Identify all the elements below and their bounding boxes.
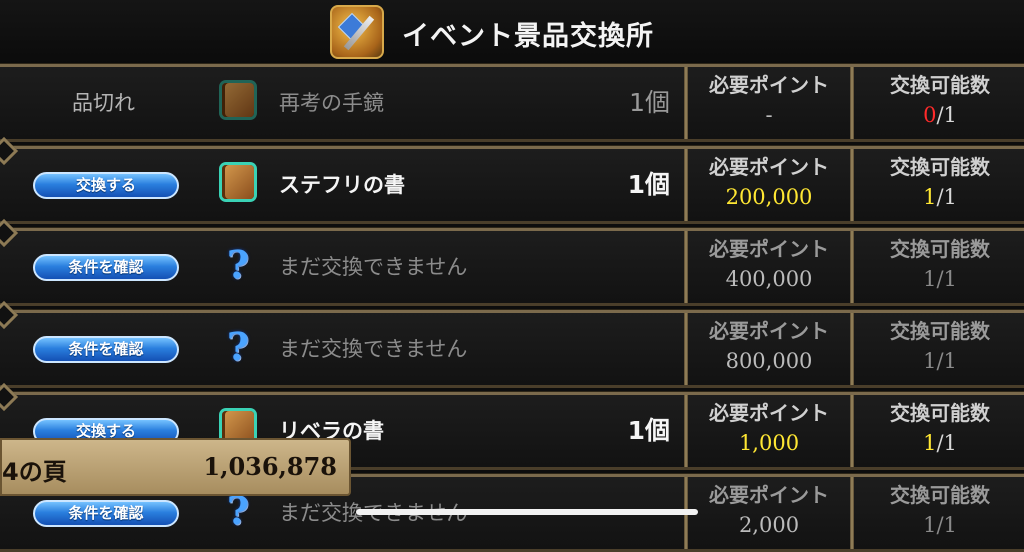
- points-value: 1,000: [738, 431, 800, 455]
- book-icon: [219, 163, 257, 203]
- limit-label: 交換可能数: [890, 319, 990, 343]
- points-balance-label: 4の頁: [2, 458, 67, 486]
- points-label: 必要ポイント: [709, 319, 829, 343]
- points-value: -: [765, 103, 773, 127]
- points-value: 400,000: [725, 267, 813, 291]
- check-conditions-button[interactable]: 条件を確認: [33, 500, 179, 527]
- limit-value: 1/1: [923, 185, 957, 209]
- sold-out-label: 品切れ: [72, 91, 135, 115]
- limit-label: 交換可能数: [890, 155, 990, 179]
- check-conditions-button[interactable]: 条件を確認: [33, 254, 179, 281]
- points-label: 必要ポイント: [709, 155, 829, 179]
- question-icon: ?: [226, 488, 250, 533]
- limit-label: 交換可能数: [890, 401, 990, 425]
- header-bar: イベント景品交換所: [0, 0, 1024, 66]
- points-label: 必要ポイント: [709, 237, 829, 261]
- item-name: 再考の手鏡: [279, 91, 384, 115]
- points-value: 200,000: [725, 185, 813, 209]
- item-quantity: 1個: [629, 88, 670, 117]
- question-icon: ?: [226, 242, 250, 287]
- points-balance-value: 1,036,878: [203, 452, 337, 481]
- event-shop-icon: [330, 5, 384, 59]
- points-value: 2,000: [738, 513, 800, 537]
- points-balance-panel: 4の頁 1,036,878: [0, 438, 351, 496]
- item-name: まだ交換できません: [279, 337, 468, 361]
- limit-label: 交換可能数: [890, 237, 990, 261]
- limit-value: 0/1: [923, 103, 957, 127]
- exchange-button[interactable]: 交換する: [33, 172, 179, 199]
- item-quantity: 1個: [627, 170, 670, 199]
- item-name: ステフリの書: [279, 173, 405, 197]
- points-label: 必要ポイント: [709, 73, 829, 97]
- limit-label: 交換可能数: [890, 73, 990, 97]
- limit-value: 1/1: [923, 431, 957, 455]
- list-item: 品切れ 再考の手鏡 1個 必要ポイント - 交換可能数 0/1: [0, 63, 1024, 142]
- limit-value: 1/1: [923, 349, 957, 373]
- list-item: 条件を確認 ? まだ交換できません 必要ポイント 800,000 交換可能数 1…: [0, 300, 1024, 388]
- page-title: イベント景品交換所: [402, 21, 654, 52]
- question-icon: ?: [226, 324, 250, 369]
- limit-value: 1/1: [923, 513, 957, 537]
- book-icon: [219, 81, 257, 121]
- list-item: 交換する ステフリの書 1個 必要ポイント 200,000 交換可能数 1/1: [0, 136, 1024, 224]
- item-name: まだ交換できません: [279, 255, 468, 279]
- check-conditions-button[interactable]: 条件を確認: [33, 336, 179, 363]
- limit-label: 交換可能数: [890, 483, 990, 507]
- limit-value: 1/1: [923, 267, 957, 291]
- points-label: 必要ポイント: [709, 483, 829, 507]
- item-quantity: 1個: [627, 416, 670, 445]
- points-value: 800,000: [725, 349, 813, 373]
- points-label: 必要ポイント: [709, 401, 829, 425]
- list-item: 条件を確認 ? まだ交換できません 必要ポイント 400,000 交換可能数 1…: [0, 218, 1024, 306]
- home-indicator[interactable]: [356, 509, 698, 515]
